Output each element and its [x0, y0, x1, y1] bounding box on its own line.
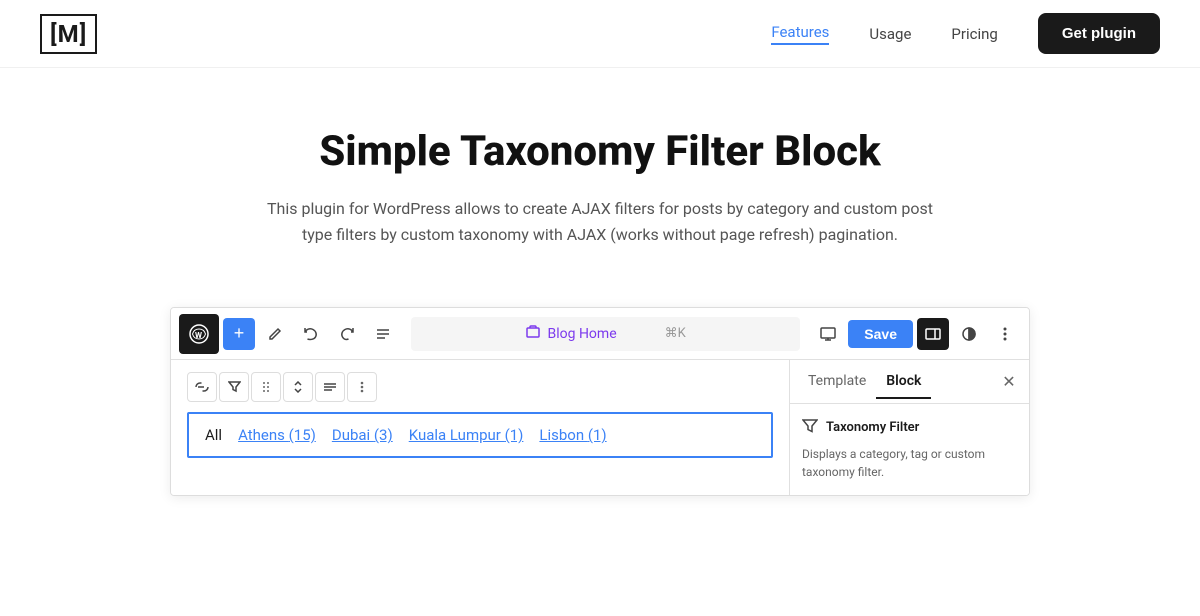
tab-template[interactable]: Template	[798, 365, 876, 399]
tab-block[interactable]: Block	[876, 365, 931, 399]
block-toolbar	[187, 372, 773, 402]
link-block-btn[interactable]	[187, 372, 217, 402]
drag-block-btn[interactable]	[251, 372, 281, 402]
panel-close-button[interactable]: ✕	[997, 370, 1021, 394]
align-block-btn[interactable]	[315, 372, 345, 402]
monitor-button[interactable]	[812, 318, 844, 350]
address-bar[interactable]: Blog Home ⌘K	[411, 317, 800, 351]
main-nav: Features Usage Pricing Get plugin	[771, 13, 1160, 54]
wp-logo: W	[179, 314, 219, 354]
editor-panel: Template Block ✕ Taxonomy Filter Display…	[789, 360, 1029, 495]
svg-text:W: W	[195, 331, 202, 340]
nav-features[interactable]: Features	[771, 23, 829, 45]
filter-kuala-lumpur[interactable]: Kuala Lumpur (1)	[409, 426, 524, 444]
editor-container: W +	[170, 307, 1030, 496]
editor-body: All Athens (15) Dubai (3) Kuala Lumpur (…	[171, 360, 1029, 495]
filter-kuala-lumpur-count: (1)	[505, 426, 524, 444]
contrast-button[interactable]	[953, 318, 985, 350]
nav-pricing[interactable]: Pricing	[951, 25, 997, 43]
hero-title: Simple Taxonomy Filter Block	[20, 128, 1180, 176]
more-block-btn[interactable]	[347, 372, 377, 402]
filter-dubai-count: (3)	[374, 426, 393, 444]
filter-dubai[interactable]: Dubai (3)	[332, 426, 393, 444]
filter-lisbon[interactable]: Lisbon (1)	[539, 426, 606, 444]
redo-button[interactable]	[331, 318, 363, 350]
filter-lisbon-count: (1)	[588, 426, 607, 444]
more-options-button[interactable]	[989, 318, 1021, 350]
panel-block-description: Displays a category, tag or custom taxon…	[802, 445, 1017, 481]
panel-content: Taxonomy Filter Displays a category, tag…	[790, 404, 1029, 495]
hero-description: This plugin for WordPress allows to crea…	[260, 196, 940, 247]
filter-athens-count: (15)	[289, 426, 316, 444]
pencil-button[interactable]	[259, 318, 291, 350]
arrows-block-btn[interactable]	[283, 372, 313, 402]
editor-wrapper: W +	[0, 287, 1200, 496]
hero-section: Simple Taxonomy Filter Block This plugin…	[0, 68, 1200, 287]
taxonomy-filter-icon	[802, 418, 818, 437]
logo: [M]	[40, 14, 97, 54]
filter-athens[interactable]: Athens (15)	[238, 426, 316, 444]
keyboard-shortcut: ⌘K	[665, 326, 686, 341]
panel-block-title: Taxonomy Filter	[826, 420, 919, 435]
editor-toolbar: W +	[171, 308, 1029, 360]
address-icon	[526, 325, 540, 343]
panel-tabs: Template Block ✕	[790, 360, 1029, 404]
save-button[interactable]: Save	[848, 320, 913, 348]
filter-all[interactable]: All	[205, 426, 222, 444]
toolbar-right: Save	[812, 318, 1021, 350]
undo-button[interactable]	[295, 318, 327, 350]
sidebar-toggle-button[interactable]	[917, 318, 949, 350]
editor-content: All Athens (15) Dubai (3) Kuala Lumpur (…	[171, 360, 789, 495]
filter-block: All Athens (15) Dubai (3) Kuala Lumpur (…	[187, 412, 773, 458]
add-block-button[interactable]: +	[223, 318, 255, 350]
panel-block-header: Taxonomy Filter	[802, 418, 1017, 437]
address-label: Blog Home	[548, 326, 617, 342]
filter-block-btn[interactable]	[219, 372, 249, 402]
nav-usage[interactable]: Usage	[869, 25, 911, 43]
get-plugin-button[interactable]: Get plugin	[1038, 13, 1160, 54]
list-view-button[interactable]	[367, 318, 399, 350]
